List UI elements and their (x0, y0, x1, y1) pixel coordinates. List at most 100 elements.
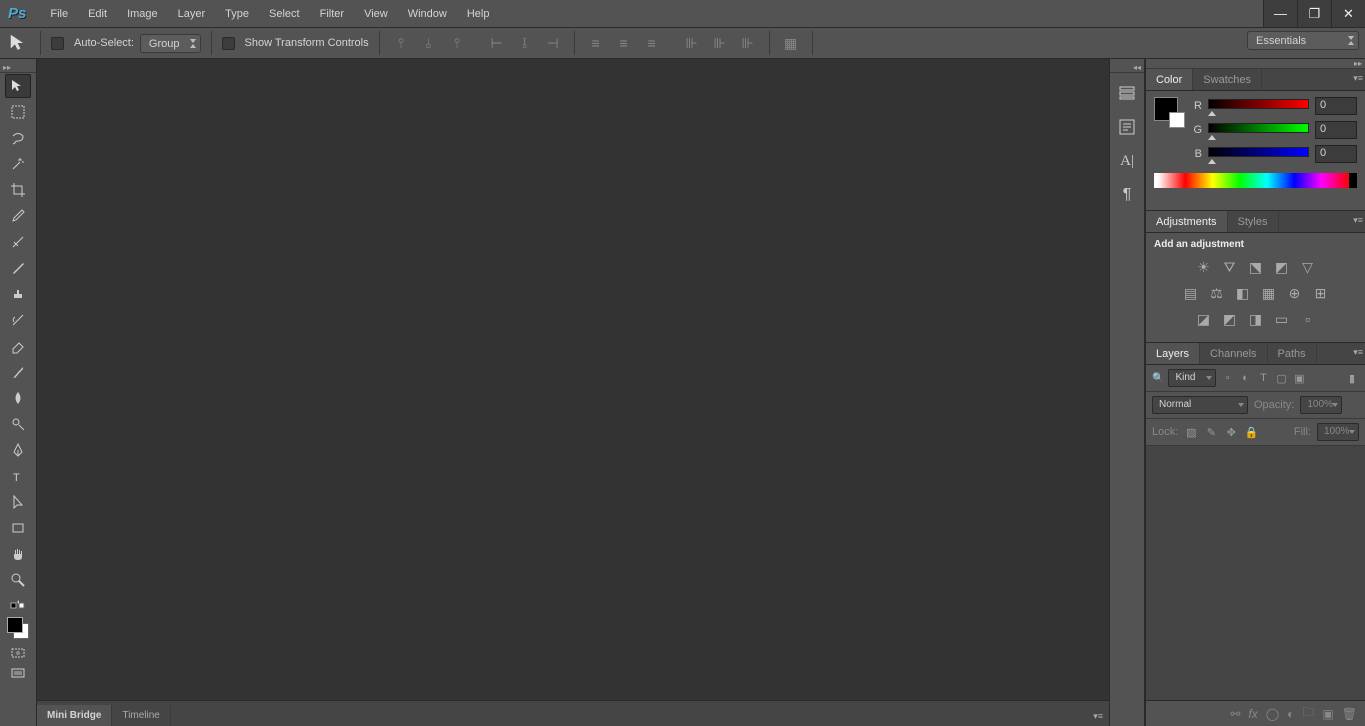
lock-pixels-icon[interactable]: ✎ (1204, 425, 1218, 439)
paragraph-panel-icon[interactable]: ¶ (1113, 181, 1141, 209)
tab-paths[interactable]: Paths (1268, 343, 1317, 364)
auto-select-dropdown[interactable]: Group (140, 34, 201, 53)
rectangle-tool[interactable] (5, 516, 31, 540)
align-top-icon[interactable]: ⫯ (390, 32, 412, 54)
menu-type[interactable]: Type (215, 4, 259, 24)
menu-help[interactable]: Help (457, 4, 500, 24)
distribute-hcenter-icon[interactable]: ⊪ (709, 32, 731, 54)
new-layer-icon[interactable]: ▣ (1322, 707, 1333, 721)
path-selection-tool[interactable] (5, 490, 31, 514)
auto-select-checkbox[interactable] (51, 37, 64, 50)
tab-mini-bridge[interactable]: Mini Bridge (37, 705, 112, 726)
blur-tool[interactable] (5, 386, 31, 410)
color-balance-icon[interactable]: ⚖ (1208, 284, 1226, 302)
maximize-button[interactable]: ❐ (1297, 0, 1331, 27)
fill-input[interactable]: 100% (1317, 423, 1359, 441)
move-tool[interactable] (5, 74, 31, 98)
foreground-background-colors[interactable] (5, 615, 31, 641)
lock-all-icon[interactable]: 🔒 (1244, 425, 1258, 439)
tab-layers[interactable]: Layers (1146, 343, 1200, 364)
align-left-icon[interactable]: ⊢ (486, 32, 508, 54)
history-brush-tool[interactable] (5, 308, 31, 332)
layer-mask-icon[interactable]: ◯ (1266, 707, 1279, 721)
bottom-panel-menu-icon[interactable]: ▾≡ (1087, 707, 1109, 726)
menu-select[interactable]: Select (259, 4, 310, 24)
new-group-icon[interactable]: 🗀 (1302, 703, 1314, 724)
opacity-input[interactable]: 100% (1300, 396, 1342, 414)
auto-align-icon[interactable]: ▦ (780, 32, 802, 54)
tab-swatches[interactable]: Swatches (1193, 69, 1262, 90)
b-value-input[interactable]: 0 (1315, 145, 1357, 163)
menu-edit[interactable]: Edit (78, 4, 117, 24)
lasso-tool[interactable] (5, 126, 31, 150)
blend-mode-dropdown[interactable]: Normal (1152, 396, 1248, 414)
g-slider[interactable] (1208, 123, 1309, 137)
threshold-icon[interactable]: ◨ (1247, 310, 1265, 328)
color-background-swatch[interactable] (1169, 112, 1185, 128)
invert-icon[interactable]: ◪ (1195, 310, 1213, 328)
bw-icon[interactable]: ◧ (1234, 284, 1252, 302)
brush-tool[interactable] (5, 256, 31, 280)
strip-collapse-icon[interactable]: ◂◂ (1110, 63, 1144, 73)
healing-brush-tool[interactable] (5, 230, 31, 254)
type-tool[interactable]: T (5, 464, 31, 488)
levels-icon[interactable]: ⛛ (1221, 258, 1239, 276)
menu-layer[interactable]: Layer (168, 4, 216, 24)
align-vcenter-icon[interactable]: ⫰ (418, 32, 440, 54)
history-panel-icon[interactable] (1113, 79, 1141, 107)
clone-stamp-tool[interactable] (5, 282, 31, 306)
layers-panel-menu-icon[interactable]: ▾≡ (1353, 347, 1363, 358)
toolbar-collapse-icon[interactable]: ▸▸ (0, 63, 36, 73)
quick-mask-tool[interactable] (5, 644, 31, 662)
eraser-tool[interactable] (5, 334, 31, 358)
properties-panel-icon[interactable] (1113, 113, 1141, 141)
crop-tool[interactable] (5, 178, 31, 202)
selective-color-icon[interactable]: ▫ (1299, 310, 1317, 328)
tab-color[interactable]: Color (1146, 69, 1193, 90)
magic-wand-tool[interactable] (5, 152, 31, 176)
align-right-icon[interactable]: ⊣ (542, 32, 564, 54)
foreground-color-swatch[interactable] (7, 617, 23, 633)
filter-pixel-icon[interactable]: ▫ (1220, 371, 1234, 385)
color-spectrum[interactable] (1154, 173, 1357, 188)
distribute-top-icon[interactable]: ≡ (585, 32, 607, 54)
canvas-area[interactable] (37, 59, 1109, 726)
tab-timeline[interactable]: Timeline (112, 705, 170, 726)
dodge-tool[interactable] (5, 412, 31, 436)
distribute-right-icon[interactable]: ⊪ (737, 32, 759, 54)
distribute-bottom-icon[interactable]: ≡ (641, 32, 663, 54)
tab-styles[interactable]: Styles (1228, 211, 1279, 232)
new-fill-icon[interactable]: ◐ (1287, 707, 1294, 721)
tab-adjustments[interactable]: Adjustments (1146, 211, 1228, 232)
color-foreground-swatch[interactable] (1154, 97, 1178, 121)
color-panel-menu-icon[interactable]: ▾≡ (1353, 73, 1363, 84)
filter-type-icon[interactable]: T (1256, 371, 1270, 385)
align-hcenter-icon[interactable]: ⫱ (514, 32, 536, 54)
gradient-map-icon[interactable]: ▭ (1273, 310, 1291, 328)
r-value-input[interactable]: 0 (1315, 97, 1357, 115)
lock-transparency-icon[interactable]: ▨ (1184, 425, 1198, 439)
b-slider[interactable] (1208, 147, 1309, 161)
adjustments-panel-menu-icon[interactable]: ▾≡ (1353, 215, 1363, 226)
menu-window[interactable]: Window (398, 4, 457, 24)
screen-mode-tool[interactable] (5, 664, 31, 682)
character-panel-icon[interactable]: A| (1113, 147, 1141, 175)
channel-mixer-icon[interactable]: ⊕ (1286, 284, 1304, 302)
link-layers-icon[interactable]: ⚯ (1230, 707, 1240, 721)
lock-position-icon[interactable]: ✥ (1224, 425, 1238, 439)
show-transform-checkbox[interactable] (222, 37, 235, 50)
menu-filter[interactable]: Filter (310, 4, 354, 24)
distribute-vcenter-icon[interactable]: ≡ (613, 32, 635, 54)
filter-toggle-icon[interactable]: ▮ (1345, 371, 1359, 385)
layers-list[interactable] (1146, 446, 1365, 700)
exposure-icon[interactable]: ◩ (1273, 258, 1291, 276)
tab-channels[interactable]: Channels (1200, 343, 1267, 364)
g-value-input[interactable]: 0 (1315, 121, 1357, 139)
menu-image[interactable]: Image (117, 4, 168, 24)
delete-layer-icon[interactable]: 🗑 (1342, 707, 1357, 721)
close-button[interactable]: ✕ (1331, 0, 1365, 27)
panels-collapse-icon[interactable]: ▸▸ (1146, 59, 1365, 69)
layer-filter-dropdown[interactable]: Kind (1168, 369, 1216, 387)
minimize-button[interactable]: — (1263, 0, 1297, 27)
color-lookup-icon[interactable]: ⊞ (1312, 284, 1330, 302)
